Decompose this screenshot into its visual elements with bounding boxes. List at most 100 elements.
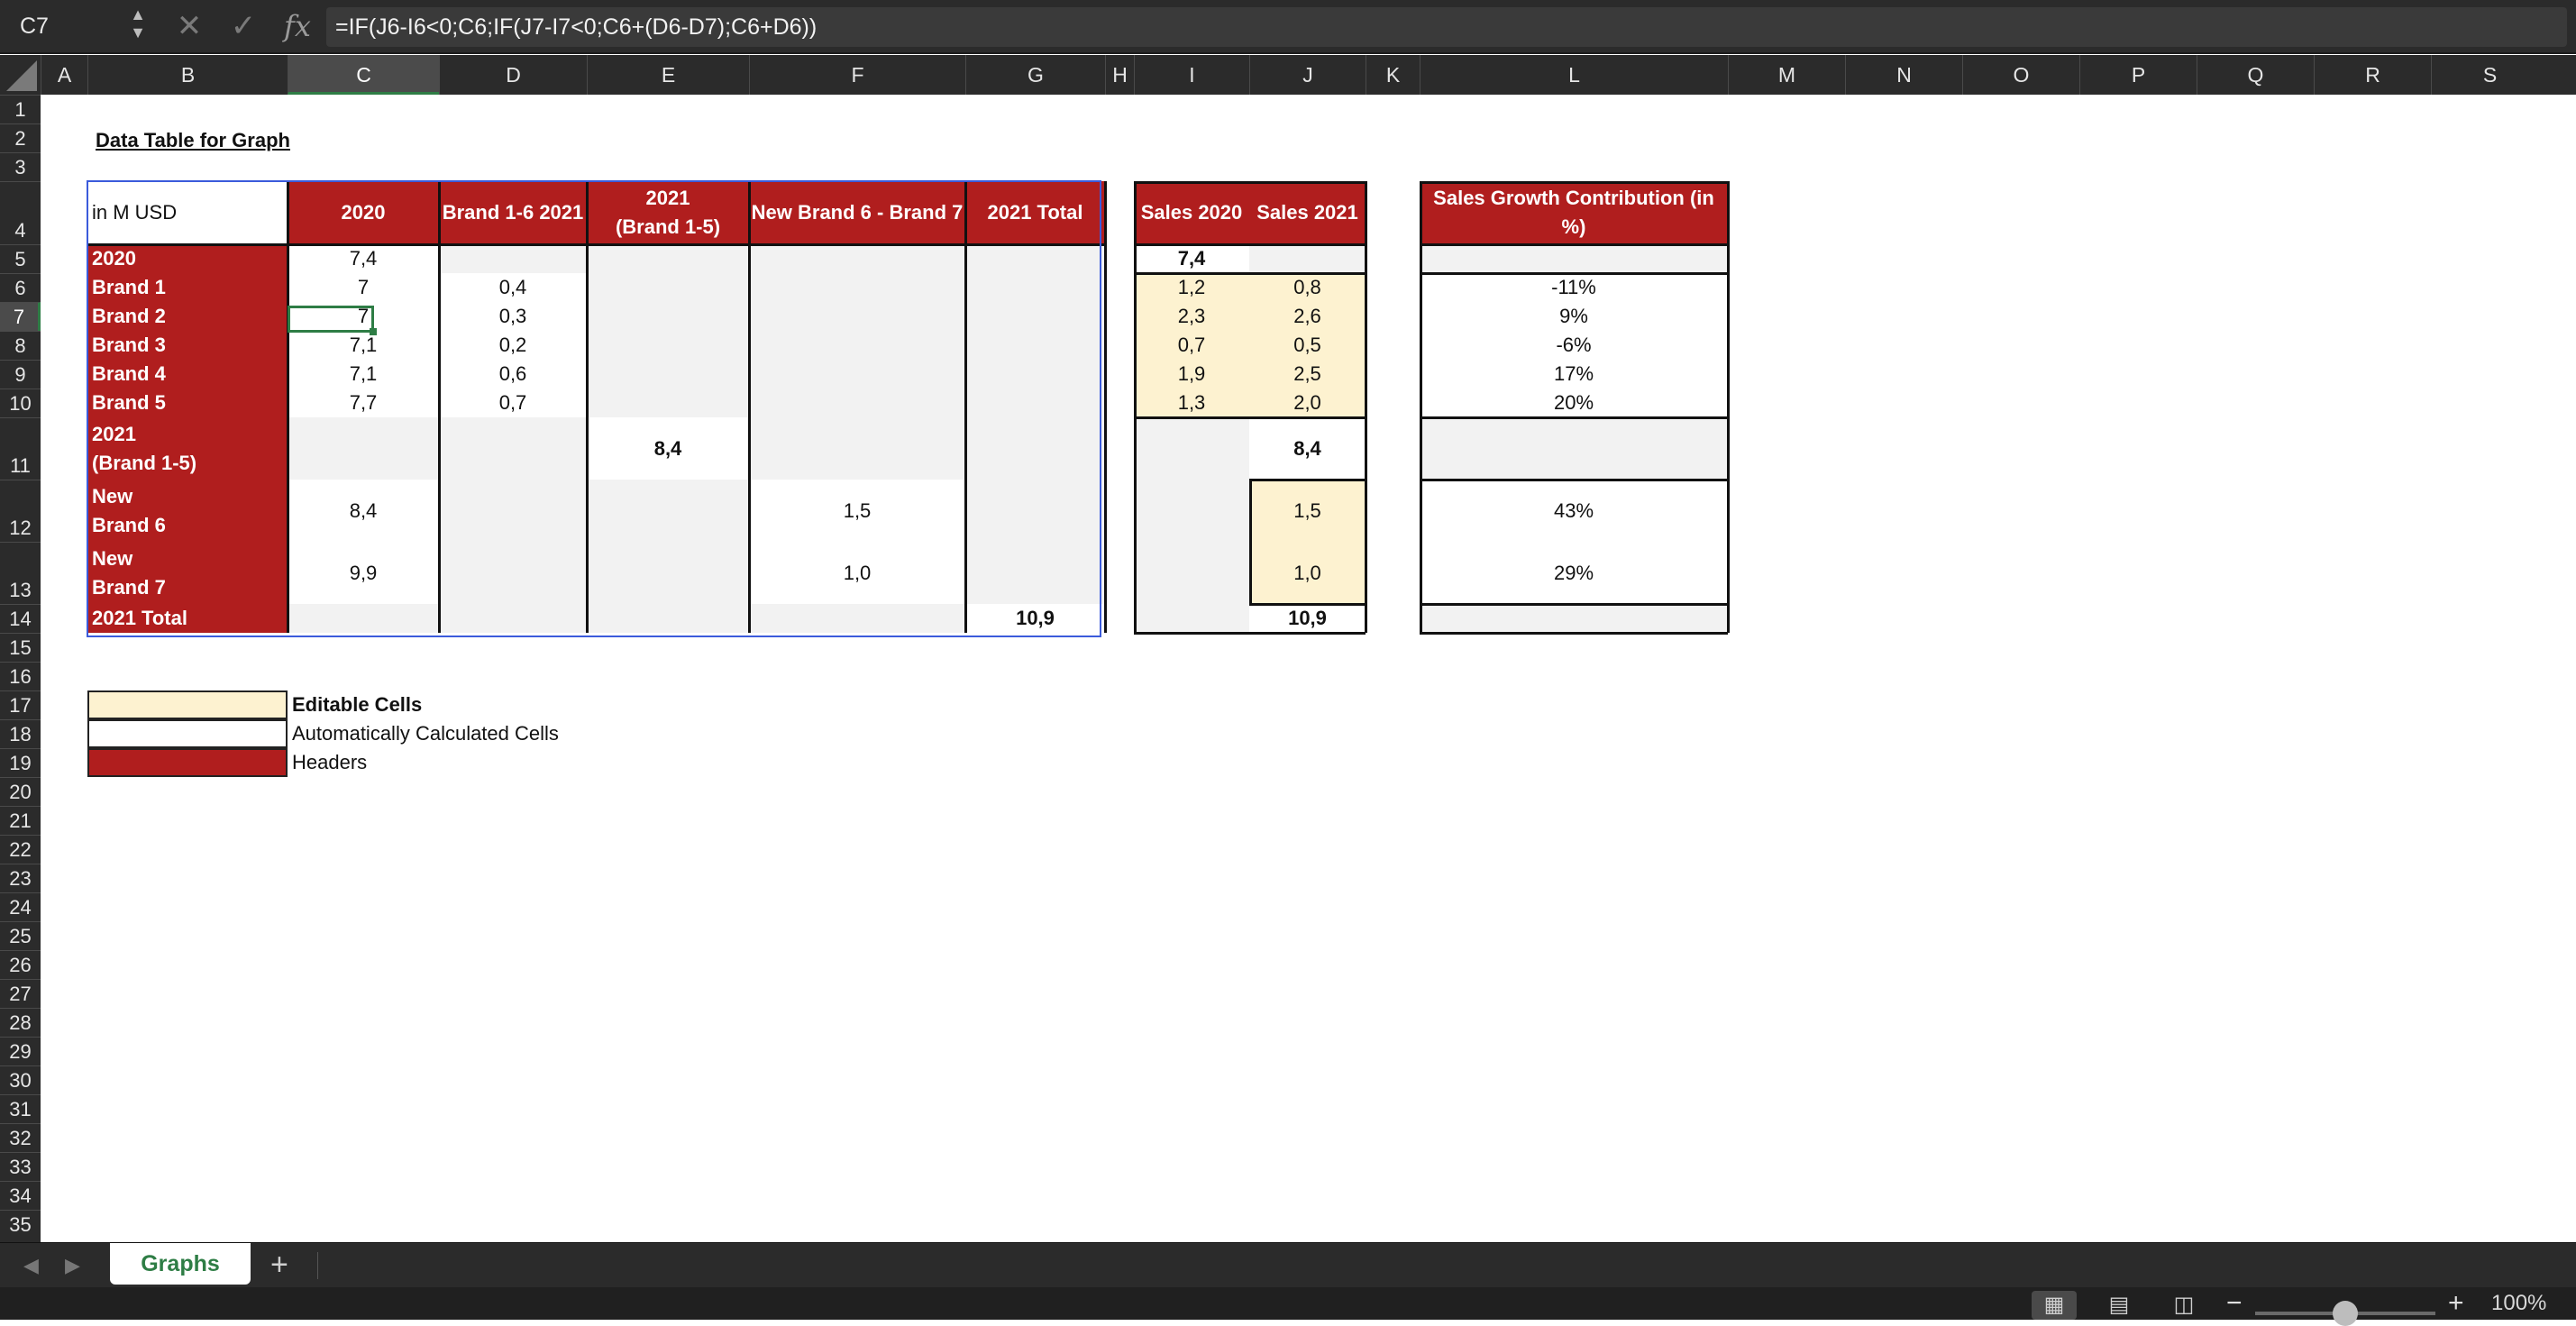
growth-9[interactable]: 17% [1420,360,1728,389]
sales-2021-8[interactable]: 0,5 [1249,331,1366,360]
cell-g5[interactable] [965,244,1105,273]
row-label-10[interactable]: Brand 5 [87,389,288,417]
column-header-p[interactable]: P [2079,55,2197,95]
cell-c5[interactable]: 7,4 [288,244,439,273]
cell-f11[interactable] [749,417,965,480]
column-header-i[interactable]: I [1134,55,1249,95]
cell-d13[interactable] [439,542,587,604]
cell-g13[interactable] [965,542,1105,604]
cell-c10[interactable]: 7,7 [288,389,439,417]
sales-2021-9[interactable]: 2,5 [1249,360,1366,389]
row-header-10[interactable]: 10 [0,389,41,417]
row-header-35[interactable]: 35 [0,1210,41,1239]
row-header-2[interactable]: 2 [0,123,41,152]
cell-f7[interactable] [749,302,965,331]
column-header-r[interactable]: R [2314,55,2431,95]
sales-2021-7[interactable]: 2,6 [1249,302,1366,331]
row-header-21[interactable]: 21 [0,806,41,835]
growth-10[interactable]: 20% [1420,389,1728,417]
sales-header-2021[interactable]: Sales 2021 [1249,181,1366,244]
row-label-7[interactable]: Brand 2 [87,302,288,331]
row-header-13[interactable]: 13 [0,542,41,604]
cell-d7[interactable]: 0,3 [439,302,587,331]
column-header-d[interactable]: D [439,55,587,95]
cell-d8[interactable]: 0,2 [439,331,587,360]
prev-sheet-icon[interactable]: ◀ [23,1243,39,1288]
row-header-16[interactable]: 16 [0,662,41,690]
cell-g12[interactable] [965,480,1105,542]
growth-13[interactable]: 29% [1420,542,1728,604]
cell-d10[interactable]: 0,7 [439,389,587,417]
sales-2021-13[interactable]: 1,0 [1249,542,1366,604]
row-header-4[interactable]: 4 [0,181,41,244]
cell-e14[interactable] [587,604,749,633]
row-header-9[interactable]: 9 [0,360,41,389]
sheet-grid[interactable]: Data Table for Graph in M USD 2020 Brand 1… [41,95,2576,1242]
cell-d5[interactable] [439,244,587,273]
column-header-k[interactable]: K [1366,55,1420,95]
column-header-c[interactable]: C [288,55,439,95]
cell-f14[interactable] [749,604,965,633]
select-all-button[interactable] [0,55,41,95]
cell-e5[interactable] [587,244,749,273]
row-header-25[interactable]: 25 [0,921,41,950]
cell-c6[interactable]: 7 [288,273,439,302]
cell-c12[interactable]: 8,4 [288,480,439,542]
column-header-b[interactable]: B [87,55,288,95]
row-header-7[interactable]: 7 [0,302,41,331]
sales-2021-10[interactable]: 2,0 [1249,389,1366,417]
column-header-s[interactable]: S [2431,55,2548,95]
sales-2021-5[interactable] [1249,244,1366,273]
row-header-6[interactable]: 6 [0,273,41,302]
column-header-n[interactable]: N [1845,55,1962,95]
table-header-g[interactable]: 2021 Total [965,181,1105,244]
cell-c14[interactable] [288,604,439,633]
sales-2020-10[interactable]: 1,3 [1134,389,1249,417]
column-header-a[interactable]: A [41,55,87,95]
zoom-out-button[interactable]: − [2226,1289,2243,1318]
cell-f5[interactable] [749,244,965,273]
cell-f10[interactable] [749,389,965,417]
cell-g14[interactable]: 10,9 [965,604,1105,633]
name-box-stepper-icon[interactable]: ▲ ▼ [126,5,150,47]
row-label-14[interactable]: 2021 Total [87,604,288,633]
cell-e10[interactable] [587,389,749,417]
row-header-30[interactable]: 30 [0,1065,41,1094]
cell-c11[interactable] [288,417,439,480]
row-label-5[interactable]: 2020 [87,244,288,273]
column-header-o[interactable]: O [1962,55,2079,95]
enter-check-icon[interactable]: ✓ [227,0,260,52]
cell-d11[interactable] [439,417,587,480]
row-header-12[interactable]: 12 [0,480,41,542]
add-sheet-button[interactable]: + [270,1243,288,1288]
next-sheet-icon[interactable]: ▶ [65,1243,80,1288]
cell-e6[interactable] [587,273,749,302]
growth-14[interactable] [1420,604,1728,633]
row-header-27[interactable]: 27 [0,979,41,1008]
cell-g7[interactable] [965,302,1105,331]
cell-g8[interactable] [965,331,1105,360]
sales-2021-6[interactable]: 0,8 [1249,273,1366,302]
cell-e12[interactable] [587,480,749,542]
row-label-9[interactable]: Brand 4 [87,360,288,389]
row-header-33[interactable]: 33 [0,1152,41,1181]
row-header-26[interactable]: 26 [0,950,41,979]
row-header-22[interactable]: 22 [0,835,41,864]
cell-e8[interactable] [587,331,749,360]
page-layout-view-icon[interactable]: ▤ [2096,1291,2142,1320]
sales-2020-7[interactable]: 2,3 [1134,302,1249,331]
row-header-1[interactable]: 1 [0,95,41,123]
column-header-q[interactable]: Q [2197,55,2314,95]
table-header-c[interactable]: 2020 [288,181,439,244]
cell-g10[interactable] [965,389,1105,417]
cell-f6[interactable] [749,273,965,302]
cell-f8[interactable] [749,331,965,360]
table-header-e[interactable]: 2021 (Brand 1-5) [587,181,749,244]
row-header-31[interactable]: 31 [0,1094,41,1123]
sales-2021-12[interactable]: 1,5 [1249,480,1366,542]
row-label-13[interactable]: New Brand 7 [87,542,288,604]
row-header-15[interactable]: 15 [0,633,41,662]
cell-g9[interactable] [965,360,1105,389]
cell-g6[interactable] [965,273,1105,302]
row-header-20[interactable]: 20 [0,777,41,806]
